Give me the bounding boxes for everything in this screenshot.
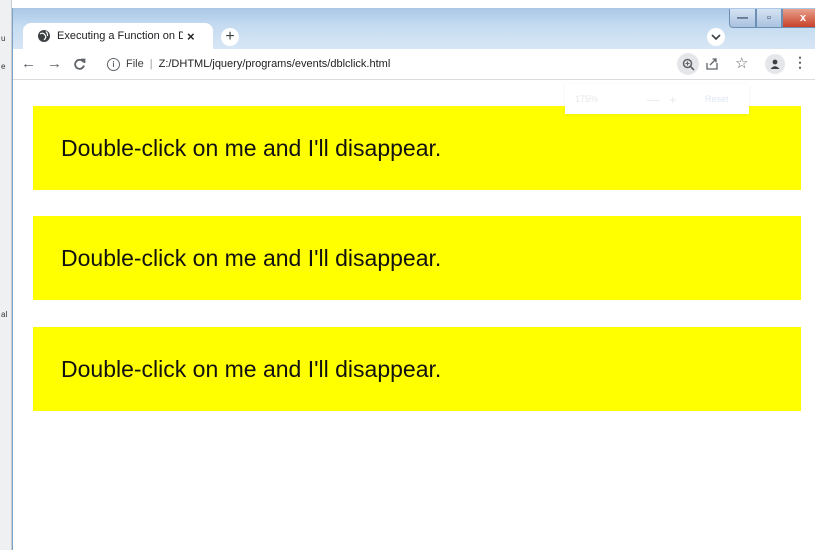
info-icon[interactable]: i (107, 57, 120, 71)
url-text[interactable]: Z:/DHTML/jquery/programs/events/dblclick… (159, 58, 391, 70)
title-bar: Executing a Function on Double- × + — ▫ … (13, 8, 815, 49)
reload-icon[interactable] (73, 58, 86, 71)
dblclick-box[interactable]: Double-click on me and I'll disappear. (33, 106, 801, 190)
page-content: Double-click on me and I'll disappear. D… (13, 80, 815, 550)
dblclick-box[interactable]: Double-click on me and I'll disappear. (33, 327, 801, 411)
desktop-fragment: u (1, 34, 6, 43)
box-text: Double-click on me and I'll disappear. (61, 244, 442, 271)
profile-avatar-icon[interactable] (765, 54, 785, 74)
forward-arrow-icon[interactable]: → (47, 55, 62, 72)
close-window-button[interactable]: x (782, 9, 815, 28)
tab-close-icon[interactable]: × (187, 29, 195, 44)
back-arrow-icon[interactable]: ← (21, 55, 36, 72)
minimize-button[interactable]: — (729, 9, 756, 28)
desktop-background: u e al (0, 0, 12, 550)
zoom-magnifier-icon[interactable] (677, 53, 699, 75)
address-separator: | (149, 58, 153, 70)
window-controls: — ▫ x (729, 9, 815, 28)
browser-toolbar: ← → i File | Z:/DHTML/jquery/programs/ev… (13, 49, 815, 80)
tab-search-chevron-icon[interactable] (707, 28, 725, 46)
new-tab-button[interactable]: + (221, 28, 239, 46)
browser-window: Executing a Function on Double- × + — ▫ … (12, 8, 815, 550)
box-text: Double-click on me and I'll disappear. (61, 355, 442, 382)
address-bar[interactable]: i File | Z:/DHTML/jquery/programs/events… (107, 53, 627, 75)
share-icon[interactable] (705, 57, 719, 71)
browser-tab[interactable]: Executing a Function on Double- × (23, 23, 213, 49)
menu-kebab-icon[interactable]: ⋮ (793, 54, 807, 71)
bookmark-star-icon[interactable]: ☆ (735, 54, 748, 72)
dblclick-box[interactable]: Double-click on me and I'll disappear. (33, 216, 801, 300)
box-text: Double-click on me and I'll disappear. (61, 134, 442, 161)
desktop-fragment: e (1, 62, 6, 71)
scheme-label: File (126, 58, 144, 70)
tab-title: Executing a Function on Double- (57, 30, 183, 42)
zoom-reset-button[interactable]: Reset (705, 94, 729, 104)
zoom-level: 175% (575, 94, 599, 104)
desktop-fragment: al (1, 310, 8, 319)
zoom-out-button[interactable]: — (647, 92, 669, 107)
zoom-in-button[interactable]: + (669, 92, 691, 107)
globe-icon (38, 30, 50, 42)
maximize-button[interactable]: ▫ (756, 9, 782, 28)
zoom-popup: 175% — + Reset (565, 84, 749, 114)
